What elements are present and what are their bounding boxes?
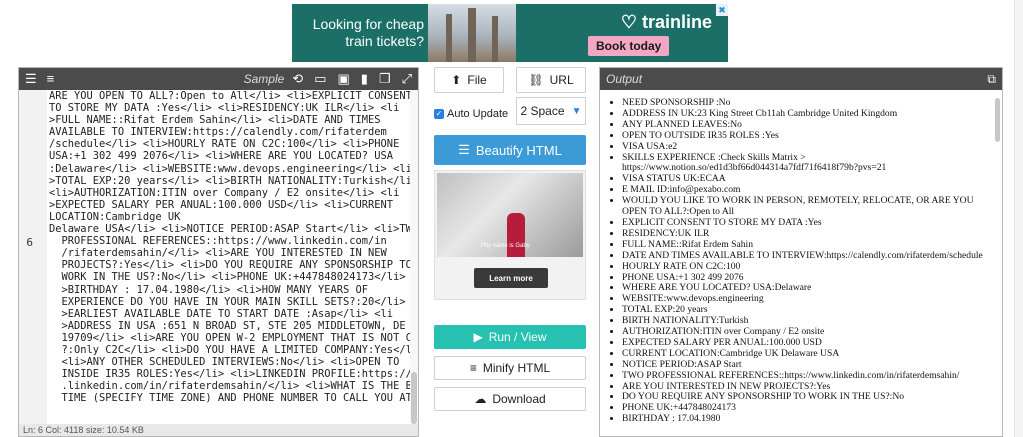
folder-icon[interactable]: ▭ (314, 68, 326, 90)
code-line[interactable]: TO STORE MY DATA :Yes</li> <li>RESIDENCY… (49, 102, 410, 114)
indent-select[interactable]: 2 Space ▼ (516, 97, 586, 125)
output-header: Output ⧉ (600, 68, 1002, 90)
output-list-item: OPEN TO OUTSIDE IR35 ROLES :Yes (622, 130, 986, 142)
code-line[interactable]: INSIDE IR35 ROLES:Yes</li> <li>LINKEDIN … (49, 368, 411, 380)
menu-icon[interactable]: ≡ (47, 68, 55, 90)
ad-book-button[interactable]: Book today (588, 36, 670, 56)
code-line[interactable]: AVAILABLE TO INTERVIEW:https://calendly.… (49, 126, 410, 138)
code-line[interactable]: >EXPECTED SALARY PER ANUAL:100.000 USD</… (49, 199, 410, 211)
editor-scroll-thumb[interactable] (411, 372, 417, 424)
heart-icon: ♡ (620, 12, 637, 32)
play-icon: ▶ (473, 330, 483, 344)
history-icon[interactable]: ⟲ (292, 68, 303, 90)
output-list-item: BIRTHDAY : 17.04.1980 (622, 413, 986, 425)
code-line[interactable]: /schedule</li> <li>HOURLY RATE ON C2C:10… (49, 138, 410, 150)
code-line[interactable]: <li>AUTHORIZATION:ITIN over Company / E2… (49, 187, 410, 199)
chevron-down-icon: ▼ (571, 105, 582, 117)
output-list-item: DATE AND TIMES AVAILABLE TO INTERVIEW:ht… (622, 250, 986, 262)
learn-more-button[interactable]: Learn more (474, 268, 548, 288)
sample-link[interactable]: Sample (244, 72, 285, 86)
collapse-icon[interactable]: ☰ (25, 68, 37, 90)
output-panel: Output ⧉ NEED SPONSORSHIP :NoADDRESS IN … (599, 67, 1003, 437)
output-list-item: VISA USA:e2 (622, 141, 986, 153)
video-person (507, 213, 525, 257)
link-icon: ⛓ (528, 73, 544, 87)
minify-button[interactable]: ≡ Minify HTML (434, 356, 586, 380)
delete-icon[interactable]: ▮ (361, 68, 368, 90)
code-line[interactable]: <li>ANY OTHER SCHEDULED INTERVIEWS:No</l… (49, 356, 410, 368)
checkbox-checked-icon[interactable]: ✓ (434, 109, 444, 119)
download-button[interactable]: ☁ Download (434, 387, 586, 411)
beautify-button[interactable]: ☰ Beautify HTML (434, 135, 586, 165)
output-list-item: HOURLY RATE ON C2C:100 (622, 261, 986, 273)
upload-icon: ⬆ (451, 73, 462, 87)
ad-banner[interactable]: Looking for cheap train tickets? ♡ train… (292, 4, 728, 62)
code-line[interactable]: USA:+1 302 499 2076</li> <li>WHERE ARE Y… (49, 150, 410, 162)
save-icon[interactable]: ▣ (337, 68, 349, 90)
editor-status-bar: Ln: 6 Col: 4118 size: 10.54 KB (19, 424, 418, 436)
code-line[interactable]: /rifaterdemsahin/</li> <li>ARE YOU INTER… (49, 247, 410, 259)
output-list-item: TWO PROFESSIONAL REFERENCES::https://www… (622, 370, 986, 382)
code-line[interactable]: PROFESSIONAL REFERENCES::https://www.lin… (49, 235, 410, 247)
code-line[interactable]: WORK IN THE US?:No</li> <li>PHONE UK:+44… (49, 271, 410, 283)
output-list-item: WOULD YOU LIKE TO WORK IN PERSON, REMOTE… (622, 195, 986, 218)
code-line[interactable]: :Delaware</li> <li>WEBSITE:www.devops.en… (49, 163, 410, 175)
input-editor-panel: ☰ ≡ Sample ⟲ ▭ ▣ ▮ ❐ ⤢ 6 ARE YOU OPEN TO… (18, 67, 419, 437)
code-line[interactable]: TIME (SPECIFY TIME ZONE) AND PHONE NUMBE… (49, 392, 411, 404)
copy-icon[interactable]: ❐ (379, 68, 391, 90)
open-external-icon[interactable]: ⧉ (987, 72, 996, 87)
minify-icon: ≡ (469, 361, 477, 375)
code-line[interactable]: >FULL NAME::Rifat Erdem Sahin</li> <li>D… (49, 114, 410, 126)
ad-close-icon[interactable]: ✖ (716, 4, 728, 16)
url-button[interactable]: ⛓ URL (516, 67, 586, 93)
line-number: 6 (26, 236, 33, 249)
ad-text: Looking for cheap train tickets? (312, 16, 424, 49)
code-line[interactable]: ARE YOU OPEN TO ALL?:Open to All</li> <l… (49, 90, 410, 102)
file-button[interactable]: ⬆ File (434, 67, 504, 93)
video-ad[interactable]: Pity name is Gaby Learn more (434, 170, 586, 300)
editor-scrollbar[interactable] (410, 90, 418, 424)
cloud-download-icon: ☁ (474, 392, 487, 406)
code-line[interactable]: ?:Only C2C</li> <li>DO YOU HAVE A LIMITE… (49, 344, 411, 356)
code-area[interactable]: 6 ARE YOU OPEN TO ALL?:Open to All</li> … (19, 90, 418, 424)
code-line[interactable]: >BIRTHDAY : 17.04.1980</li> <li>HOW MANY… (49, 284, 410, 296)
ad-brand-logo: ♡ trainline (620, 12, 712, 32)
code-text[interactable]: ARE YOU OPEN TO ALL?:Open to All</li> <l… (47, 90, 410, 424)
line-gutter: 6 (19, 90, 47, 424)
output-scroll-thumb[interactable] (995, 98, 1000, 142)
output-list-item: SKILLS EXPERIENCE :Check Skills Matrix >… (622, 152, 986, 175)
output-list: NEED SPONSORSHIP :NoADDRESS IN UK:23 Kin… (600, 90, 992, 436)
code-line[interactable]: .linkedin.com/in/rifaterdemsahin/</li> <… (49, 380, 411, 392)
code-line[interactable]: >ADDRESS IN USA :651 N BROAD ST, STE 205… (49, 320, 410, 332)
window-scrollbar[interactable] (1014, 0, 1023, 437)
run-view-button[interactable]: ▶ Run / View (434, 325, 586, 349)
code-line[interactable]: EXPERIENCE DO YOU HAVE IN YOUR MAIN SKIL… (49, 296, 410, 308)
editor-toolbar: ☰ ≡ Sample ⟲ ▭ ▣ ▮ ❐ ⤢ (19, 68, 418, 90)
code-line[interactable]: 19709</li> <li>ARE YOU OPEN W-2 EMPLOYME… (49, 332, 411, 344)
code-line[interactable]: >EARLIEST AVAILABLE DATE TO START DATE :… (49, 308, 410, 320)
video-thumbnail: Pity name is Gaby (437, 173, 583, 257)
ad-photo (428, 4, 516, 62)
code-line[interactable]: PROJECTS?:Yes</li> <li>DO YOU REQUIRE AN… (49, 259, 411, 271)
code-line[interactable]: >TOTAL EXP:20 years</li> <li>BIRTH NATIO… (49, 175, 410, 187)
fullscreen-icon[interactable]: ⤢ (402, 68, 412, 90)
code-line[interactable]: Delaware USA</li> <li>NOTICE PERIOD:ASAP… (49, 223, 410, 235)
code-line[interactable]: LOCATION:Cambridge UK (49, 211, 410, 223)
format-icon: ☰ (458, 142, 470, 157)
auto-update-toggle[interactable]: ✓ Auto Update (434, 108, 508, 120)
output-title: Output (606, 72, 643, 86)
